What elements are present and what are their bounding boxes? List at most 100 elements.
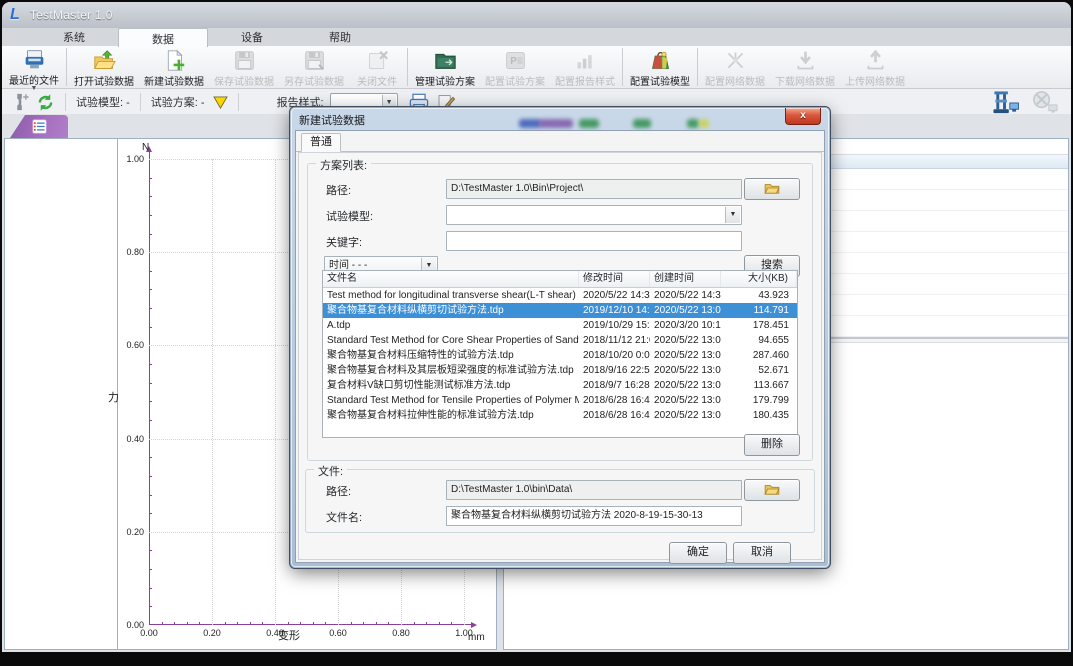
tab-general[interactable]: 普通: [301, 133, 341, 152]
minor-tick: [149, 513, 152, 514]
minor-tick: [149, 271, 152, 272]
table-row[interactable]: Standard Test Method for Core Shear Prop…: [323, 333, 797, 348]
cancel-button[interactable]: 取消: [733, 542, 791, 564]
toolbar-button-label: 另存试验数据: [284, 73, 344, 88]
y-axis-unit: N: [142, 142, 149, 153]
table-cell: 287.460: [721, 348, 797, 363]
quickbar-separator: [65, 93, 66, 111]
table-cell: 2020/5/22 14:38: [650, 288, 721, 303]
new-file-icon: [163, 48, 186, 72]
scheme-path-input[interactable]: D:\TestMaster 1.0\Bin\Project\: [446, 179, 742, 199]
minor-tick: [149, 308, 152, 309]
minor-tick: [149, 457, 152, 458]
y-tick-label: 0.40: [114, 434, 144, 444]
y-tick-label: 0.20: [114, 527, 144, 537]
minor-tick: [351, 622, 352, 625]
minor-tick: [426, 622, 427, 625]
table-cell: Test method for longitudinal transverse …: [323, 288, 579, 303]
file-path-browse-button[interactable]: [744, 479, 800, 501]
document-tab[interactable]: [10, 115, 68, 138]
file-name-input[interactable]: 聚合物基复合材料纵横剪切试验方法 2020-8-19-15-30-13: [446, 506, 742, 526]
table-cell: 2019/10/29 15:43: [579, 318, 650, 333]
dialog-tab-page: 方案列表: 路径: D:\TestMaster 1.0\Bin\Project\…: [298, 152, 822, 560]
dialog-close-button[interactable]: x: [785, 108, 821, 125]
ok-button[interactable]: 确定: [669, 542, 727, 564]
table-row[interactable]: Test method for longitudinal transverse …: [323, 288, 797, 303]
minor-tick: [149, 364, 152, 365]
table-row[interactable]: Standard Test Method for Tensile Propert…: [323, 393, 797, 408]
column-header[interactable]: 大小(KB): [721, 271, 797, 287]
table-cell: 复合材料V缺口剪切性能测试标准方法.tdp: [323, 378, 579, 393]
table-cell: 2020/5/22 13:06: [650, 333, 721, 348]
table-row[interactable]: 聚合物基复合材料拉伸性能的标准试验方法.tdp2018/6/28 16:4320…: [323, 408, 797, 423]
configure-test-model-button[interactable]: 配置试验模型: [625, 46, 695, 88]
toolbar-button-label: 上传网络数据: [845, 73, 905, 88]
delete-button[interactable]: 删除: [744, 434, 800, 456]
test-model-select[interactable]: ▼: [446, 205, 742, 225]
configure-network-data-button[interactable]: 配置网络数据: [700, 46, 770, 88]
dialog-client: 普通 方案列表: 路径: D:\TestMaster 1.0\Bin\Proje…: [295, 130, 825, 563]
save-test-data-button[interactable]: 保存试验数据: [209, 46, 279, 88]
table-cell: 2018/9/16 22:54: [579, 363, 650, 378]
column-header[interactable]: 修改时间: [579, 271, 650, 287]
title-bar: L TestMaster 1.0: [2, 2, 1071, 28]
toolbar-button-label: 配置报告样式: [555, 73, 615, 88]
table-cell: 2020/3/20 10:15: [650, 318, 721, 333]
x-tick-label: 0.80: [386, 628, 416, 638]
file-group: 文件: 路径: D:\TestMaster 1.0\bin\Data\ 文件名:…: [305, 469, 815, 533]
file-path-input[interactable]: D:\TestMaster 1.0\bin\Data\: [446, 480, 742, 500]
dialog-title-bar[interactable]: 新建试验数据 x: [291, 108, 829, 130]
column-header[interactable]: 文件名: [323, 271, 579, 287]
tab-help[interactable]: 帮助: [296, 27, 384, 46]
new-test-data-button[interactable]: 新建试验数据: [139, 46, 209, 88]
ribbon-tab-row: 系统 数据 设备 帮助: [2, 28, 1071, 46]
table-row[interactable]: 复合材料V缺口剪切性能测试标准方法.tdp2018/9/7 16:282020/…: [323, 378, 797, 393]
y-axis-label: 力: [108, 389, 119, 405]
minor-tick: [250, 622, 251, 625]
test-scheme-status: 试验方案: -: [151, 94, 205, 110]
table-cell: 113.667: [721, 378, 797, 393]
close-file-button[interactable]: 关闭文件: [349, 46, 405, 88]
tab-device[interactable]: 设备: [208, 27, 296, 46]
refresh-icon[interactable]: [36, 93, 55, 112]
curve-list-panel[interactable]: [4, 138, 118, 650]
configure-report-style-button[interactable]: 配置报告样式: [550, 46, 620, 88]
keyword-input[interactable]: [446, 231, 742, 251]
table-row[interactable]: 聚合物基复合材料纵横剪切试验方法.tdp2019/12/10 14:232020…: [323, 303, 797, 318]
tab-data[interactable]: 数据: [118, 28, 208, 47]
keyword-label: 关键字:: [326, 234, 362, 250]
x-axis-label: 变形: [278, 627, 300, 643]
scheme-list-group: 方案列表: 路径: D:\TestMaster 1.0\Bin\Project\…: [307, 163, 813, 461]
dialog-title: 新建试验数据: [299, 112, 365, 128]
download-network-data-button[interactable]: 下载网络数据: [770, 46, 840, 88]
glass-reflection: [539, 119, 573, 128]
upload-network-data-button[interactable]: 上传网络数据: [840, 46, 910, 88]
column-header[interactable]: 创建时间: [650, 271, 721, 287]
table-cell: A.tdp: [323, 318, 579, 333]
file-name-label: 文件名:: [326, 509, 362, 525]
specimen-icon[interactable]: [10, 92, 30, 112]
open-test-data-button[interactable]: 打开试验数据: [69, 46, 139, 88]
filter-icon[interactable]: [213, 96, 228, 109]
configure-scheme-button[interactable]: P 配置试验方案: [480, 46, 550, 88]
network-disconnect-icon[interactable]: [1030, 90, 1059, 115]
table-row[interactable]: 聚合物基复合材料压缩特性的试验方法.tdp2018/10/20 0:022020…: [323, 348, 797, 363]
save-as-test-data-button[interactable]: 另存试验数据: [279, 46, 349, 88]
machine-connect-icon[interactable]: [990, 90, 1020, 115]
minor-tick: [162, 622, 163, 625]
toolbar-button-label: 新建试验数据: [144, 73, 204, 88]
scheme-path-browse-button[interactable]: [744, 178, 800, 200]
curve-list-icon: [31, 118, 48, 135]
table-cell: 2018/10/20 0:02: [579, 348, 650, 363]
file-path-label: 路径:: [326, 483, 351, 499]
toolbar-button-label: 保存试验数据: [214, 73, 274, 88]
close-file-icon: [366, 48, 389, 72]
minor-tick: [149, 234, 152, 235]
table-row[interactable]: 聚合物基复合材料及其层板短梁强度的标准试验方法.tdp2018/9/16 22:…: [323, 363, 797, 378]
table-row[interactable]: A.tdp2019/10/29 15:432020/3/20 10:15178.…: [323, 318, 797, 333]
file-table[interactable]: 文件名修改时间创建时间大小(KB) Test method for longit…: [322, 270, 798, 438]
manage-scheme-button[interactable]: 管理试验方案: [410, 46, 480, 88]
scheme-path-label: 路径:: [326, 182, 351, 198]
tab-system[interactable]: 系统: [30, 27, 118, 46]
recent-files-button[interactable]: 最近的文件 ▼: [4, 46, 64, 88]
